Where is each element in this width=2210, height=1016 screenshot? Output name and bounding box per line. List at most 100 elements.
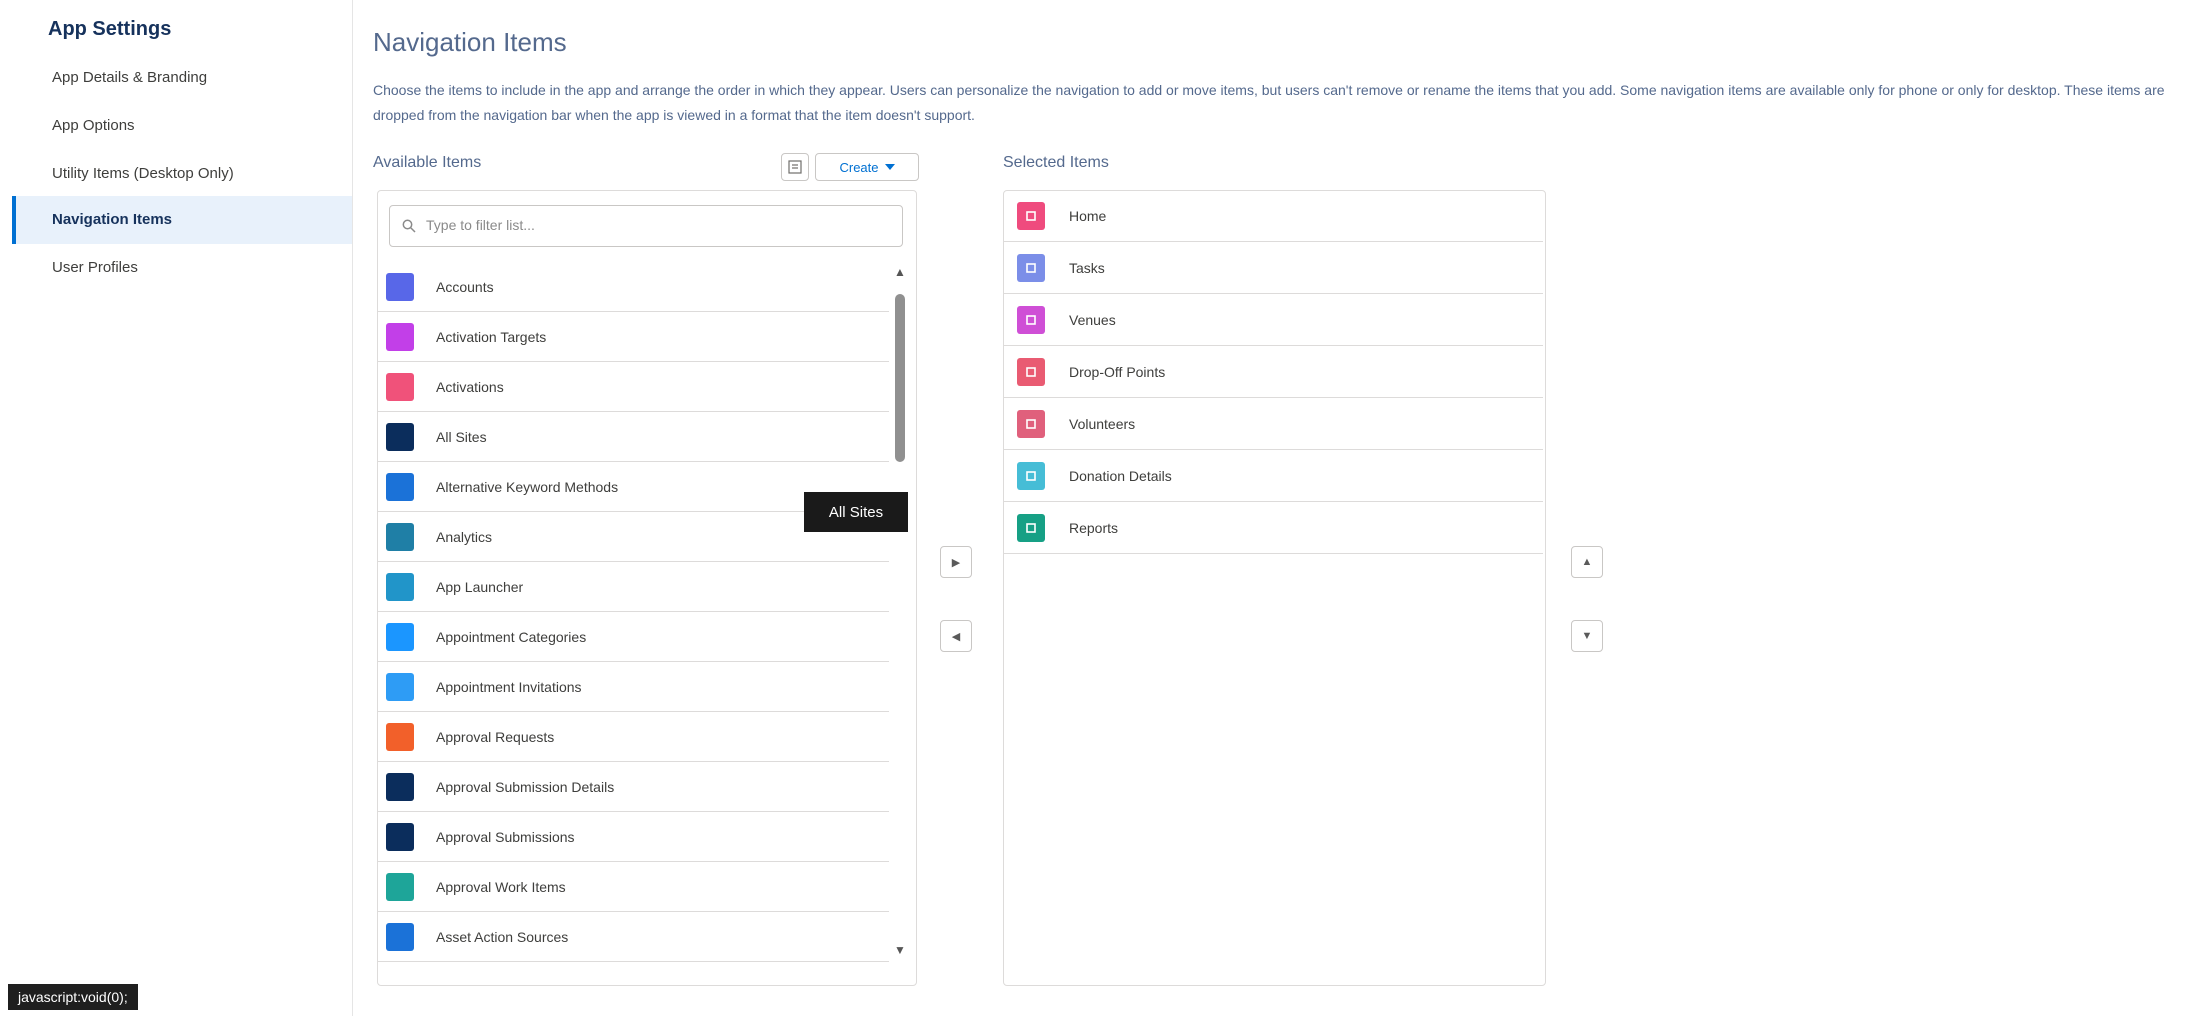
selected-item-row[interactable]: Donation Details xyxy=(1003,450,1543,502)
arrow-up-icon: ▲ xyxy=(1581,556,1593,568)
create-button-label: Create xyxy=(839,159,879,175)
sidebar: App Settings App Details & Branding App … xyxy=(0,0,353,1016)
tooltip: All Sites xyxy=(804,492,908,532)
item-color-icon xyxy=(386,672,414,701)
available-item-row[interactable]: Activations xyxy=(377,362,889,412)
item-color-icon xyxy=(386,722,414,751)
home-icon xyxy=(1017,201,1045,230)
item-color-icon xyxy=(386,472,414,501)
available-item-label: Appointment Invitations xyxy=(436,678,582,695)
available-items-list: Accounts Activation Targets Activations All… xyxy=(377,262,889,968)
item-color-icon xyxy=(386,572,414,601)
sidebar-item-label: App Options xyxy=(52,117,135,134)
selected-item-label: Drop-Off Points xyxy=(1069,363,1166,380)
arrow-left-icon: ◀ xyxy=(951,630,961,643)
available-item-label: Activations xyxy=(436,378,504,395)
sidebar-title: App Settings xyxy=(48,18,172,40)
scroll-down-arrow-icon[interactable]: ▼ xyxy=(892,942,908,958)
volunteers-icon xyxy=(1017,409,1045,438)
venue-icon xyxy=(1017,305,1045,334)
available-item-row[interactable]: Approval Submission Details xyxy=(377,762,889,812)
selected-items-list: Home Tasks Venues Drop-Off Points Volunteers… xyxy=(1003,190,1543,554)
available-item-label: Approval Submissions xyxy=(436,828,575,845)
available-item-row[interactable]: Approval Requests xyxy=(377,712,889,762)
selected-item-row[interactable]: Drop-Off Points xyxy=(1003,346,1543,398)
selected-item-label: Volunteers xyxy=(1069,415,1136,432)
sidebar-item-label: Utility Items (Desktop Only) xyxy=(52,165,234,182)
arrow-down-icon: ▼ xyxy=(1581,630,1593,642)
selected-item-row[interactable]: Tasks xyxy=(1003,242,1543,294)
available-item-label: Accounts xyxy=(436,278,494,295)
tasks-icon xyxy=(1017,253,1045,282)
create-button[interactable]: Create xyxy=(815,153,919,181)
available-item-row[interactable]: Approval Submissions xyxy=(377,812,889,862)
available-item-label: All Sites xyxy=(436,428,487,445)
selected-item-row[interactable]: Volunteers xyxy=(1003,398,1543,450)
item-color-icon xyxy=(386,872,414,901)
page-title: Navigation Items xyxy=(373,27,567,57)
sidebar-item-user-profiles[interactable]: User Profiles xyxy=(12,244,352,292)
available-item-label: Analytics xyxy=(436,528,493,545)
scroll-up-arrow-icon[interactable]: ▲ xyxy=(892,264,908,280)
available-item-label: Approval Work Items xyxy=(436,878,566,895)
scrollbar-thumb[interactable] xyxy=(895,294,905,462)
selected-items-label: Selected Items xyxy=(1003,154,1109,171)
move-left-button[interactable]: ◀ xyxy=(940,620,972,652)
available-item-row[interactable]: Accounts xyxy=(377,262,889,312)
chevron-down-icon xyxy=(884,164,895,170)
drop-off-icon xyxy=(1017,357,1045,386)
selected-item-row[interactable]: Home xyxy=(1003,190,1543,242)
move-down-button[interactable]: ▼ xyxy=(1571,620,1603,652)
available-item-row[interactable]: All Sites xyxy=(377,412,889,462)
available-item-label: Alternative Keyword Methods xyxy=(436,478,619,495)
available-item-label: Approval Submission Details xyxy=(436,778,615,795)
report-icon xyxy=(1017,513,1045,542)
sidebar-item-navigation-items[interactable]: Navigation Items xyxy=(12,196,352,244)
available-item-row[interactable]: Approval Work Items xyxy=(377,862,889,912)
available-item-row[interactable]: Asset Action Sources xyxy=(377,912,889,962)
item-color-icon xyxy=(386,322,414,351)
filter-button[interactable] xyxy=(781,153,809,181)
available-item-row[interactable]: Appointment Categories xyxy=(377,612,889,662)
available-list-scrollbar[interactable]: ▲ ▼ xyxy=(892,262,908,968)
selected-item-label: Donation Details xyxy=(1069,467,1172,484)
page-description: Choose the items to include in the app a… xyxy=(373,82,2165,123)
sidebar-item-app-options[interactable]: App Options xyxy=(12,102,352,150)
available-item-row[interactable]: Activation Targets xyxy=(377,312,889,362)
selected-item-row[interactable]: Venues xyxy=(1003,294,1543,346)
sidebar-item-label: Navigation Items xyxy=(52,211,173,228)
available-item-label: Approval Requests xyxy=(436,728,555,745)
sidebar-item-utility-items[interactable]: Utility Items (Desktop Only) xyxy=(12,150,352,198)
available-item-row[interactable]: App Launcher xyxy=(377,562,889,612)
selected-item-row[interactable]: Reports xyxy=(1003,502,1543,554)
sidebar-item-app-details-branding[interactable]: App Details & Branding xyxy=(12,54,352,102)
available-item-row[interactable]: Appointment Invitations xyxy=(377,662,889,712)
item-color-icon xyxy=(386,372,414,401)
search-icon xyxy=(402,219,416,233)
item-color-icon xyxy=(386,922,414,951)
item-color-icon xyxy=(386,772,414,801)
available-items-label: Available Items xyxy=(373,154,482,171)
selected-item-label: Venues xyxy=(1069,311,1116,328)
selected-item-label: Reports xyxy=(1069,519,1119,536)
item-color-icon xyxy=(386,522,414,551)
document-icon xyxy=(1017,461,1045,490)
selected-item-label: Home xyxy=(1069,207,1107,224)
available-item-label: Asset Action Sources xyxy=(436,928,569,945)
available-item-label: Appointment Categories xyxy=(436,628,587,645)
item-color-icon xyxy=(386,422,414,451)
search-input[interactable] xyxy=(424,216,888,234)
filter-icon xyxy=(788,160,802,174)
selected-item-label: Tasks xyxy=(1069,259,1105,276)
arrow-right-icon: ▶ xyxy=(951,556,961,569)
item-color-icon xyxy=(386,272,414,301)
item-color-icon xyxy=(386,822,414,851)
available-item-label: Activation Targets xyxy=(436,328,547,345)
search-box xyxy=(389,205,903,247)
move-right-button[interactable]: ▶ xyxy=(940,546,972,578)
status-bar-url: javascript:void(0); xyxy=(8,984,138,1010)
sidebar-item-label: App Details & Branding xyxy=(52,69,208,86)
available-item-label: App Launcher xyxy=(436,578,524,595)
sidebar-item-label: User Profiles xyxy=(52,259,138,276)
move-up-button[interactable]: ▲ xyxy=(1571,546,1603,578)
